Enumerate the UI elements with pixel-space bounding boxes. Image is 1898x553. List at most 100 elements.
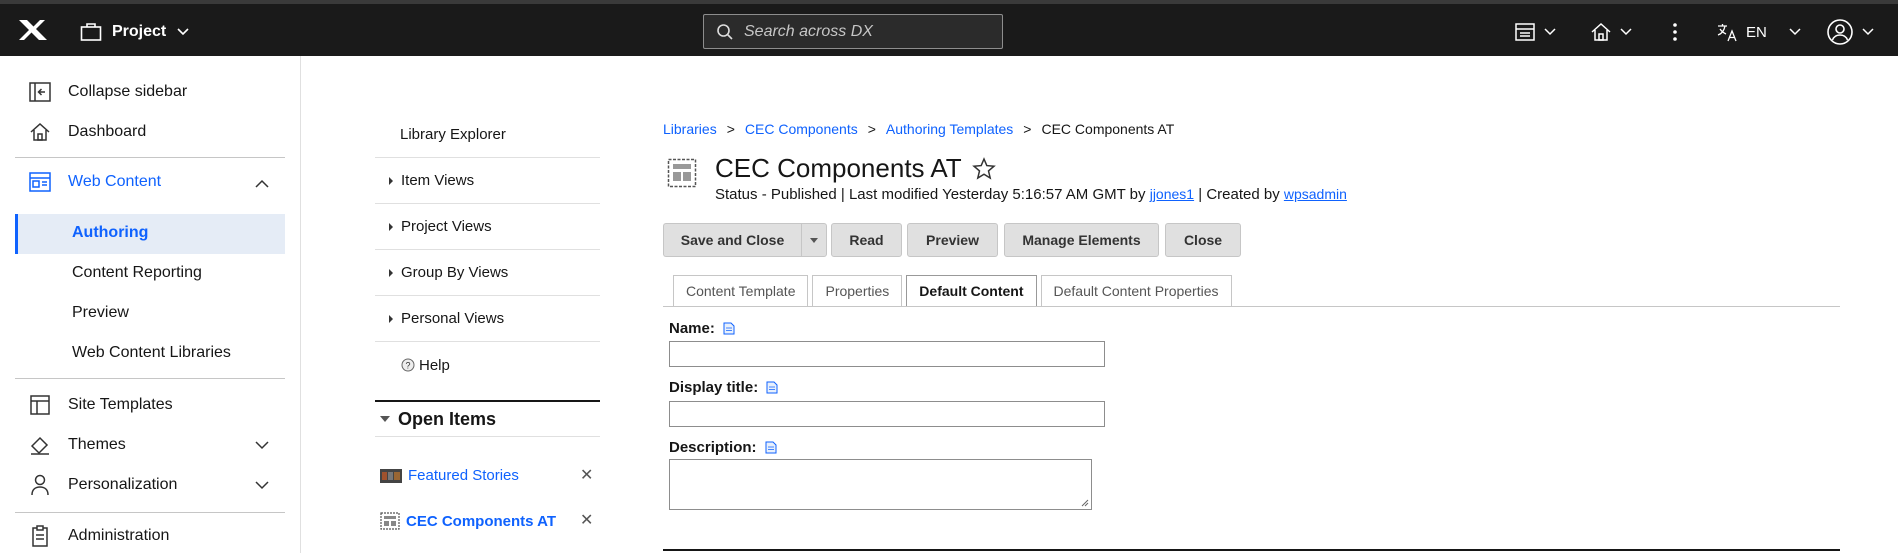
breadcrumb-separator: >	[1023, 121, 1032, 137]
tab-default-content[interactable]: Default Content	[906, 275, 1037, 306]
sidebar-item-dashboard[interactable]: Dashboard	[28, 120, 146, 144]
open-items-label: Open Items	[398, 408, 497, 429]
overflow-menu[interactable]	[1670, 18, 1680, 46]
field-info-icon[interactable]	[765, 441, 777, 454]
personal-views-node[interactable]: Personal Views	[375, 296, 600, 342]
item-views-label: Item Views	[401, 172, 475, 189]
field-info-icon[interactable]	[766, 381, 778, 394]
page-title: CEC Components AT	[715, 153, 996, 184]
display-title-label-text: Display title:	[669, 379, 759, 396]
save-options-dropdown[interactable]	[801, 223, 827, 257]
sidebar-item-site-templates[interactable]: Site Templates	[28, 393, 173, 417]
preview-button[interactable]: Preview	[907, 223, 998, 257]
home-icon	[1591, 22, 1611, 41]
sidebar-item-content-reporting[interactable]: Content Reporting	[72, 264, 202, 282]
chevron-down-icon[interactable]	[254, 437, 270, 453]
read-button[interactable]: Read	[831, 223, 902, 257]
user-icon	[31, 474, 49, 496]
close-icon[interactable]: ✕	[580, 510, 593, 530]
briefcase-icon	[80, 23, 102, 41]
translate-icon	[1717, 24, 1737, 42]
manage-elements-button[interactable]: Manage Elements	[1004, 223, 1159, 257]
search-icon	[717, 23, 733, 40]
site-templates-label: Site Templates	[68, 396, 173, 413]
open-item-cec-components-at[interactable]: CEC Components AT	[380, 512, 556, 530]
sidebar-item-themes[interactable]: Themes	[28, 433, 126, 457]
close-button[interactable]: Close	[1165, 223, 1241, 257]
sidebar: Collapse sidebar Dashboard Web Content A…	[0, 56, 301, 553]
library-explorer-link[interactable]: Library Explorer	[375, 112, 600, 158]
name-input[interactable]	[669, 341, 1105, 367]
expand-triangle-icon	[389, 314, 393, 323]
breadcrumb-cec-components[interactable]: CEC Components	[745, 121, 858, 137]
group-by-views-label: Group By Views	[401, 264, 509, 281]
open-items-header[interactable]: Open Items	[375, 400, 600, 437]
open-item-featured-stories[interactable]: Featured Stories	[380, 467, 519, 484]
breadcrumb-current: CEC Components AT	[1041, 121, 1175, 137]
collapse-sidebar-button[interactable]: Collapse sidebar	[28, 80, 187, 104]
chevron-down-icon	[1620, 28, 1632, 36]
dx-logo-icon[interactable]	[17, 18, 49, 42]
help-icon: ?	[401, 358, 415, 372]
star-icon[interactable]	[971, 156, 996, 181]
project-views-node[interactable]: Project Views	[375, 204, 600, 250]
group-by-views-node[interactable]: Group By Views	[375, 250, 600, 296]
sidebar-item-authoring[interactable]: Authoring	[72, 224, 148, 242]
chevron-down-icon[interactable]	[254, 477, 270, 493]
personal-views-label: Personal Views	[401, 310, 505, 327]
sidebar-item-web-content[interactable]: Web Content	[28, 170, 161, 194]
created-by-link[interactable]: wpsadmin	[1284, 186, 1347, 202]
breadcrumb-separator: >	[726, 121, 735, 137]
tab-content-template[interactable]: Content Template	[673, 275, 809, 306]
tab-properties[interactable]: Properties	[812, 275, 903, 306]
project-selector[interactable]: Project	[80, 16, 190, 48]
collapse-triangle-icon	[380, 416, 390, 422]
field-info-icon[interactable]	[723, 322, 735, 335]
breadcrumb-separator: >	[867, 121, 876, 137]
expand-triangle-icon	[389, 176, 393, 185]
layout-icon	[1515, 23, 1535, 41]
home-menu[interactable]	[1590, 18, 1632, 46]
site-templates-icon	[30, 395, 50, 415]
collapse-icon	[29, 82, 51, 102]
library-explorer-label: Library Explorer	[400, 126, 506, 143]
breadcrumb-libraries[interactable]: Libraries	[663, 121, 717, 137]
sidebar-item-administration[interactable]: Administration	[28, 524, 169, 548]
sidebar-item-personalization[interactable]: Personalization	[28, 473, 177, 497]
name-label: Name:	[669, 320, 735, 337]
web-content-icon	[29, 172, 51, 192]
administration-label: Administration	[68, 527, 170, 544]
section-divider	[663, 549, 1840, 551]
tab-default-content-properties[interactable]: Default Content Properties	[1040, 275, 1232, 306]
content-switch-menu[interactable]	[1514, 18, 1556, 46]
chevron-down-icon	[1789, 28, 1801, 36]
modified-by-link[interactable]: jjones1	[1150, 186, 1194, 202]
help-link[interactable]: ? Help	[375, 342, 600, 388]
sidebar-item-web-content-libraries[interactable]: Web Content Libraries	[72, 344, 231, 362]
breadcrumb-authoring-templates[interactable]: Authoring Templates	[886, 121, 1013, 137]
sidebar-item-preview[interactable]: Preview	[72, 304, 129, 322]
resize-handle-icon[interactable]	[1081, 499, 1089, 507]
description-textarea[interactable]	[669, 459, 1092, 510]
created-text: | Created by	[1198, 186, 1280, 203]
status-text: Status - Published | Last modified Yeste…	[715, 186, 1146, 203]
user-menu[interactable]	[1826, 18, 1874, 46]
search-input[interactable]: Search across DX	[703, 14, 1003, 49]
top-bar: Project Search across DX EN	[0, 0, 1898, 56]
project-views-label: Project Views	[401, 218, 492, 235]
item-views-node[interactable]: Item Views	[375, 158, 600, 204]
language-menu[interactable]: EN	[1716, 18, 1801, 46]
caret-down-icon	[810, 237, 818, 243]
description-label-text: Description:	[669, 439, 757, 456]
chevron-up-icon[interactable]	[254, 176, 270, 192]
open-item-label: Featured Stories	[408, 467, 519, 484]
project-label: Project	[112, 23, 167, 40]
chevron-down-icon	[1544, 28, 1556, 36]
close-icon[interactable]: ✕	[580, 465, 593, 485]
save-and-close-button[interactable]: Save and Close	[663, 223, 801, 257]
sidebar-divider	[15, 378, 285, 379]
chevron-down-icon	[177, 28, 189, 36]
display-title-input[interactable]	[669, 401, 1105, 427]
collapse-sidebar-label: Collapse sidebar	[68, 83, 188, 100]
kebab-icon	[1673, 23, 1677, 41]
